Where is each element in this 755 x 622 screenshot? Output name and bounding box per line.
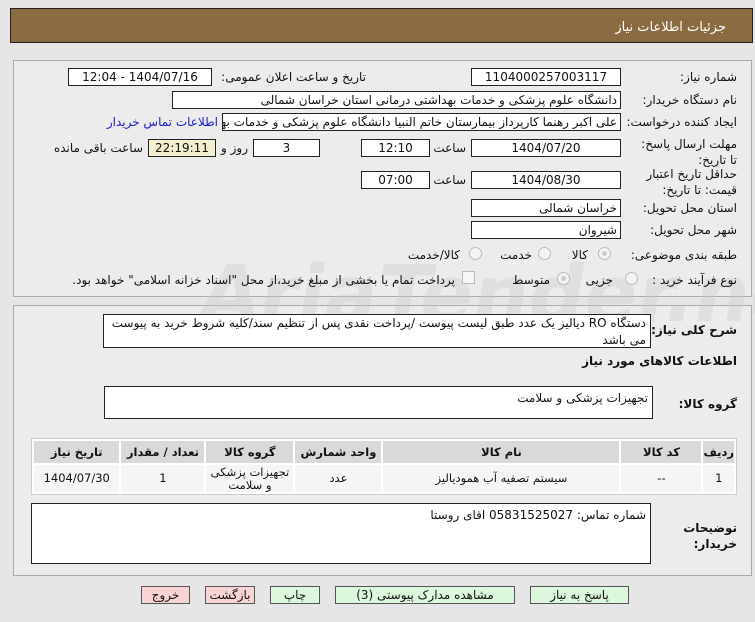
reply-button[interactable]: پاسخ به نیاز: [530, 586, 629, 604]
process-option-minor: جزیی: [585, 273, 613, 287]
attachments-button[interactable]: مشاهده مدارک پیوستی (3): [335, 586, 515, 604]
need-number-label: شماره نیاز:: [680, 70, 737, 84]
creator-label: ایجاد کننده درخواست:: [626, 115, 737, 129]
deadline-time-field: 12:10: [361, 139, 430, 157]
remaining-time-field: 22:19:11: [148, 139, 216, 157]
process-radio-medium[interactable]: [557, 272, 570, 285]
category-radio-goods[interactable]: [598, 247, 611, 260]
validity-date-field: 1404/08/30: [471, 171, 621, 189]
cell-code: --: [621, 465, 702, 492]
validity-label: حداقل تاریخ اعتبار قیمت: تا تاریخ:: [646, 167, 737, 197]
notes-label: توضیحات خریدار:: [683, 521, 737, 551]
col-qty: تعداد / مقدار: [121, 441, 205, 463]
cell-name: سیستم تصفیه آب همودیالیز: [383, 465, 620, 492]
category-radio-both[interactable]: [469, 247, 482, 260]
validity-time-field: 07:00: [361, 171, 430, 189]
page-header: جزئیات اطلاعات نیاز: [10, 8, 753, 43]
col-group: گروه کالا: [206, 441, 294, 463]
buyer-label: نام دستگاه خریدار:: [642, 93, 738, 107]
process-option-medium: متوسط: [512, 273, 550, 287]
creator-field: علی اکبر رهنما کارپرداز بیمارستان خاتم ا…: [222, 113, 621, 131]
notes-textarea[interactable]: شماره تماس: 05831525027 اقای روستا: [31, 503, 651, 564]
city-field: شیروان: [471, 221, 621, 239]
table-header-row: ردیف کد کالا نام کالا واحد شمارش گروه کا…: [34, 441, 734, 463]
cell-qty: 1: [121, 465, 205, 492]
need-number-field: 1104000257003117: [471, 68, 621, 86]
announce-field: 1404/07/16 - 12:04: [68, 68, 212, 86]
category-option-both: کالا/خدمت: [407, 248, 460, 262]
col-name: نام کالا: [383, 441, 620, 463]
group-textarea[interactable]: تجهیزات پزشکی و سلامت: [104, 386, 653, 419]
print-button[interactable]: چاپ: [270, 586, 320, 604]
category-label: طبقه بندی موضوعی:: [630, 248, 737, 262]
deadline-label: مهلت ارسال پاسخ: تا تاریخ:: [641, 137, 737, 167]
buyer-field: دانشگاه علوم پزشکی و خدمات بهداشتی درمان…: [172, 91, 621, 109]
announce-label: تاریخ و ساعت اعلان عمومی:: [221, 70, 366, 84]
cell-unit: عدد: [295, 465, 382, 492]
remaining-label: ساعت باقی مانده: [53, 141, 143, 155]
col-code: کد کالا: [621, 441, 702, 463]
description-label: شرح کلی نیاز:: [651, 323, 737, 337]
page-title: جزئیات اطلاعات نیاز: [615, 20, 726, 35]
days-label: روز و: [221, 141, 248, 155]
deadline-date-field: 1404/07/20: [471, 139, 621, 157]
exit-button[interactable]: خروج: [141, 586, 190, 604]
province-field: خراسان شمالی: [471, 199, 621, 217]
treasury-checkbox[interactable]: [462, 271, 475, 284]
col-date: تاریخ نیاز: [34, 441, 120, 463]
validity-time-label: ساعت: [433, 173, 466, 187]
buyer-contact-link[interactable]: اطلاعات تماس خریدار: [107, 115, 218, 129]
process-label: نوع فرآیند خرید :: [652, 273, 737, 287]
goods-info-title: اطلاعات کالاهای مورد نیاز: [582, 354, 737, 368]
category-radio-service[interactable]: [538, 247, 551, 260]
treasury-text: پرداخت تمام یا بخشی از مبلغ خرید،از محل …: [72, 273, 455, 287]
province-label: استان محل تحویل:: [642, 201, 737, 215]
category-option-service: خدمت: [500, 248, 532, 262]
days-field: 3: [253, 139, 320, 157]
table-row: 1 -- سیستم تصفیه آب همودیالیز عدد تجهیزا…: [34, 465, 734, 492]
description-textarea[interactable]: دستگاه RO دیالیز یک عدد طبق لیست پیوست /…: [103, 314, 651, 348]
col-row: ردیف: [703, 441, 734, 463]
cell-row: 1: [703, 465, 734, 492]
cell-date: 1404/07/30: [34, 465, 120, 492]
city-label: شهر محل تحویل:: [650, 223, 737, 237]
cell-group: تجهیزات پزشکی و سلامت: [206, 465, 294, 492]
back-button[interactable]: بازگشت: [205, 586, 255, 604]
process-radio-minor[interactable]: [625, 272, 638, 285]
group-label: گروه کالا:: [678, 397, 737, 411]
col-unit: واحد شمارش: [295, 441, 382, 463]
deadline-time-label: ساعت: [433, 141, 466, 155]
category-option-goods: کالا: [571, 248, 588, 262]
goods-table: ردیف کد کالا نام کالا واحد شمارش گروه کا…: [31, 438, 737, 495]
